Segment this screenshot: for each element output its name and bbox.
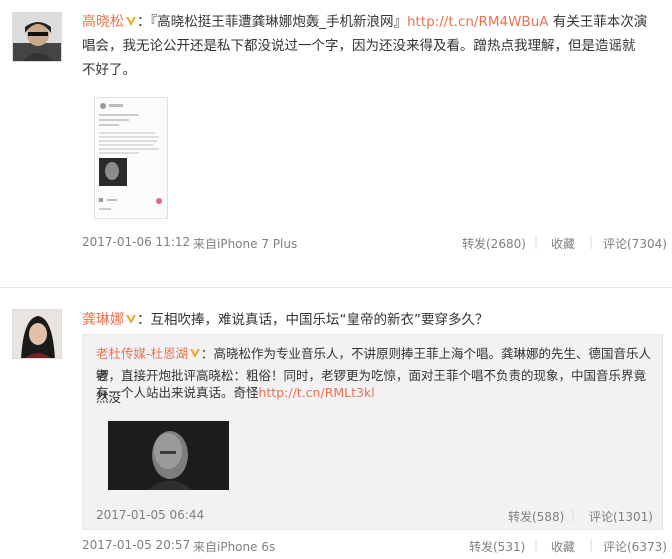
person-photo-icon: [13, 13, 61, 61]
post-text-cont: 有关王菲本次演: [548, 14, 648, 30]
forwarded-time[interactable]: 2017-01-05 06:44: [96, 508, 204, 522]
avatar-gaoxiaosong[interactable]: [12, 12, 62, 62]
post-time[interactable]: 2017-01-06 11:12: [82, 235, 190, 249]
verified-v-icon: [190, 349, 201, 358]
action-divider: |: [589, 235, 594, 249]
post-image-thumbnail[interactable]: [94, 97, 168, 219]
post-text: ：『高晓松挺王菲遭龚琳娜炮轰_手机新浪网』: [137, 14, 407, 30]
person-photo-icon: [13, 310, 61, 358]
favorite-button[interactable]: 收藏: [551, 538, 575, 555]
screenshot-image-icon: [95, 98, 167, 218]
forwarded-text-line3: 有一个人站出来说真话。奇怪http://t.cn/RMLt3kl: [96, 382, 658, 404]
comment-button[interactable]: 评论(6373): [603, 538, 667, 555]
post-text-line3: 不好了。: [82, 62, 136, 78]
post-divider: [0, 287, 672, 288]
repost-button[interactable]: 转发(531): [469, 538, 525, 555]
forwarded-repost-button[interactable]: 转发(588): [508, 508, 564, 525]
portrait-image-icon: [108, 421, 229, 490]
forwarded-image[interactable]: [108, 421, 229, 490]
post-time[interactable]: 2017-01-05 20:57: [82, 538, 190, 552]
forwarded-author[interactable]: 老杜传媒-杜恩湖: [96, 346, 188, 361]
author-name[interactable]: 龚琳娜: [82, 312, 124, 328]
favorite-button[interactable]: 收藏: [551, 235, 575, 252]
action-divider: |: [571, 508, 576, 522]
forwarded-text: 有一个人站出来说真话。奇怪: [96, 385, 259, 400]
verified-v-icon: [126, 17, 136, 26]
author-name[interactable]: 高晓松: [82, 14, 124, 30]
post-content: 高晓松 ：『高晓松挺王菲遭龚琳娜炮轰_手机新浪网』http://t.cn/RM4W…: [82, 10, 667, 34]
action-divider: |: [589, 538, 594, 552]
post-text-line2: 唱会，我无论公开还是私下都没说过一个字，因为还没来得及看。蹭热点我理解，但是造谣…: [82, 38, 636, 54]
comment-button[interactable]: 评论(7304): [603, 235, 667, 252]
post-text: ：互相吹捧，难说真话，中国乐坛“皇帝的新衣”要穿多久？: [137, 312, 489, 328]
forwarded-post-box: 老杜传媒-杜恩湖 ：高晓松作为专业音乐人，不讲原则捧王菲上海个唱。龚琳娜的先生、德…: [82, 334, 663, 530]
post-source[interactable]: 来自iPhone 6s: [193, 538, 275, 555]
post-content: 龚琳娜 ：互相吹捧，难说真话，中国乐坛“皇帝的新衣”要穿多久？: [82, 308, 667, 332]
action-divider: |: [534, 538, 539, 552]
forwarded-comment-button[interactable]: 评论(1301): [589, 508, 653, 525]
post-link[interactable]: http://t.cn/RM4WBuA: [407, 14, 549, 30]
post-source[interactable]: 来自iPhone 7 Plus: [193, 235, 297, 252]
repost-button[interactable]: 转发(2680): [462, 235, 526, 252]
avatar-gonglinna[interactable]: [12, 309, 62, 359]
verified-v-icon: [126, 315, 136, 324]
action-divider: |: [534, 235, 539, 249]
forwarded-link[interactable]: http://t.cn/RMLt3kl: [259, 385, 375, 400]
